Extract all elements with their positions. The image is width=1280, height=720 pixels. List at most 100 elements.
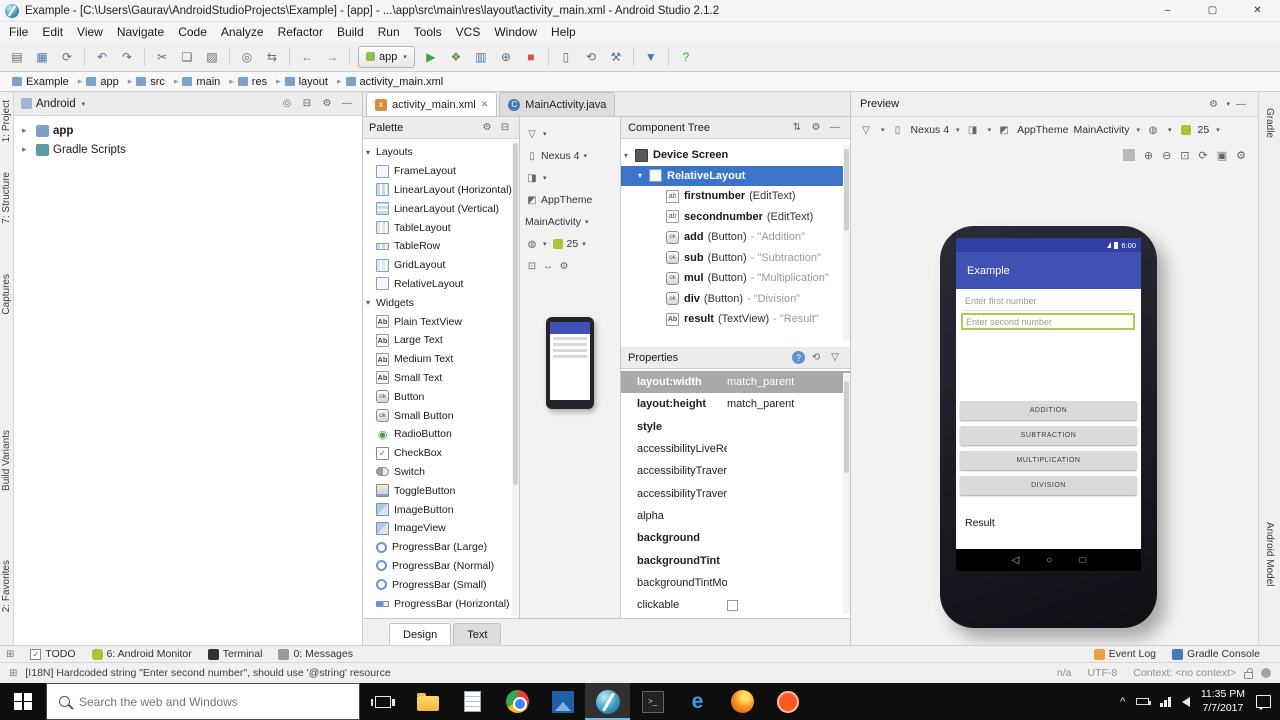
theme-selector[interactable]: ◩ AppTheme	[520, 189, 620, 211]
tool-window-switcher-icon[interactable]: ⊞	[6, 649, 14, 660]
component-tree-item[interactable]: ok mul (Button) - "Multiplication"	[621, 268, 850, 289]
settings-icon[interactable]: ⚙	[808, 122, 824, 133]
hide-panel-icon[interactable]: —	[339, 98, 355, 109]
menu-item[interactable]: Help	[544, 25, 583, 39]
component-tree-item[interactable]: ok sub (Button) - "Subtraction"	[621, 248, 850, 269]
settings-icon[interactable]: ⚙	[1236, 149, 1246, 162]
volume-icon[interactable]	[1181, 696, 1190, 707]
palette-item[interactable]: ProgressBar (Normal)	[363, 557, 519, 576]
task-view-button[interactable]	[360, 683, 405, 720]
breadcrumb-item[interactable]: src	[134, 76, 180, 88]
expand-chevron-icon[interactable]: ▸	[22, 125, 32, 136]
property-value[interactable]	[727, 599, 850, 611]
avd-manager-icon[interactable]: ▯	[554, 46, 578, 68]
breadcrumb-item[interactable]: activity_main.xml	[344, 76, 455, 88]
menu-item[interactable]: Run	[371, 25, 407, 39]
home-icon[interactable]: ○	[1046, 555, 1052, 566]
status-indicator[interactable]: n/a	[1057, 667, 1072, 679]
component-tree-item[interactable]: ▾ Device Screen	[621, 145, 850, 166]
close-tab-icon[interactable]: ✕	[481, 99, 489, 110]
firefox-icon[interactable]	[720, 683, 765, 720]
palette-item[interactable]: ok Small Button	[363, 406, 519, 425]
scrollbar-thumb[interactable]	[844, 381, 849, 473]
second-number-field[interactable]: Enter second number	[961, 313, 1135, 330]
activity-selector[interactable]: MainActivity	[1073, 124, 1129, 136]
menu-item[interactable]: Refactor	[271, 25, 330, 39]
inspections-icon[interactable]	[1261, 668, 1271, 678]
command-prompt-icon[interactable]: >_	[630, 683, 675, 720]
tool-stripe-button[interactable]: Captures	[1, 274, 12, 315]
component-tree-item[interactable]: ab firstnumber (EditText)	[621, 186, 850, 207]
palette-item[interactable]: ok Button	[363, 387, 519, 406]
chrome-icon[interactable]	[495, 683, 540, 720]
frame-toggle-icon[interactable]	[1122, 149, 1135, 161]
settings-icon[interactable]: ⚙	[1205, 99, 1221, 110]
expand-chevron-icon[interactable]: ▸	[22, 144, 32, 155]
forward-icon[interactable]: →	[320, 46, 344, 68]
palette-item[interactable]: ProgressBar (Small)	[363, 575, 519, 594]
help-icon[interactable]: ?	[674, 46, 698, 68]
recents-icon[interactable]: □	[1079, 555, 1085, 566]
run-configuration-selector[interactable]: app ▾	[358, 45, 415, 68]
tool-stripe-button[interactable]: 7: Structure	[1, 172, 12, 224]
palette-item[interactable]: ◉ RadioButton	[363, 425, 519, 444]
sort-icon[interactable]: ⇅	[789, 122, 805, 133]
tool-window-switcher-icon[interactable]: ⊞	[9, 668, 17, 679]
property-row[interactable]: layout:height match_parent	[621, 393, 850, 415]
app-button[interactable]: SUBTRACTION	[960, 426, 1137, 445]
locale-icon[interactable]: ◍	[525, 237, 539, 251]
menu-item[interactable]: Code	[171, 25, 214, 39]
checkbox[interactable]	[727, 599, 738, 611]
configuration-icon[interactable]: ▽	[525, 127, 539, 141]
palette-item[interactable]: ✓ CheckBox	[363, 444, 519, 463]
palette-item[interactable]: ▾ Widgets	[363, 293, 519, 312]
project-tree-item[interactable]: ▸ Gradle Scripts	[14, 140, 362, 159]
filter-icon[interactable]: ▽	[827, 352, 843, 363]
locate-icon[interactable]: ◎	[279, 98, 295, 109]
palette-item[interactable]: Ab Small Text	[363, 369, 519, 388]
hidden-icons-chevron[interactable]: ^	[1120, 696, 1125, 708]
property-row[interactable]: alpha	[621, 505, 850, 527]
android-studio-taskbar-icon[interactable]	[585, 683, 630, 720]
palette-item[interactable]: TableRow	[363, 237, 519, 256]
settings-icon[interactable]: ⚙	[557, 259, 571, 273]
editor-mode-tab[interactable]: Text	[453, 623, 502, 645]
palette-item[interactable]: ImageView	[363, 519, 519, 538]
device-selector[interactable]: Nexus 4	[911, 124, 950, 136]
property-row[interactable]: backgroundTintMode	[621, 572, 850, 594]
editor-tab[interactable]: C MainActivity.java ✕	[499, 92, 616, 116]
device-selector[interactable]: ▯ Nexus 4 ▾	[520, 145, 620, 167]
settings-icon[interactable]: ⚙	[479, 122, 495, 133]
tool-stripe-button[interactable]: 2: Favorites	[1, 560, 12, 612]
properties-scrollbar[interactable]	[843, 373, 850, 614]
tool-window-button[interactable]: 6: Android Monitor	[84, 648, 200, 660]
help-icon[interactable]: ?	[792, 351, 805, 364]
back-icon[interactable]: ←	[295, 46, 319, 68]
find-icon[interactable]: ◎	[235, 46, 259, 68]
property-row[interactable]: layout:width match_parent	[621, 371, 850, 394]
first-number-field[interactable]: Enter first number	[965, 296, 1037, 306]
menu-item[interactable]: Build	[330, 25, 371, 39]
open-icon[interactable]: ▤	[5, 46, 29, 68]
debug-button[interactable]: ❖	[444, 46, 468, 68]
palette-item[interactable]: Ab Large Text	[363, 331, 519, 350]
breadcrumb-item[interactable]: layout	[283, 76, 344, 88]
property-value[interactable]: match_parent	[727, 376, 850, 388]
api-level-selector[interactable]: 25	[567, 238, 579, 250]
action-center-icon[interactable]	[1256, 695, 1271, 710]
property-value[interactable]: match_parent	[727, 398, 850, 410]
menu-item[interactable]: Edit	[35, 25, 70, 39]
sync-project-icon[interactable]: ⟲	[579, 46, 603, 68]
status-indicator[interactable]: Context: <no context>	[1133, 667, 1236, 679]
palette-item[interactable]: ToggleButton	[363, 481, 519, 500]
menu-item[interactable]: View	[70, 25, 110, 39]
cut-icon[interactable]: ✂	[150, 46, 174, 68]
maximize-button[interactable]: ▢	[1190, 0, 1235, 21]
app-button[interactable]: DIVISION	[960, 476, 1137, 495]
search-input[interactable]	[79, 694, 334, 709]
app-button[interactable]: ADDITION	[960, 401, 1137, 420]
palette-item[interactable]: ProgressBar (Horizontal)	[363, 594, 519, 613]
property-row[interactable]: accessibilityLiveRegion	[621, 438, 850, 460]
component-tree-scrollbar[interactable]	[843, 145, 850, 341]
dock-icon[interactable]: ⊟	[497, 122, 513, 133]
